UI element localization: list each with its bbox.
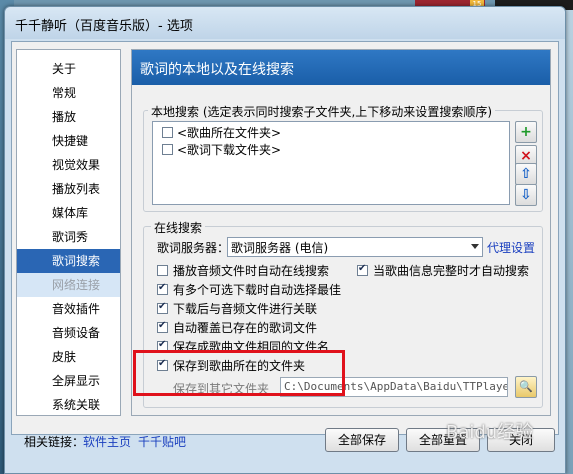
move-up-button[interactable]: ⇧ [515,163,537,185]
auto-select-best-label: 有多个可选下载时自动选择最佳 [173,283,342,297]
proxy-settings-link[interactable]: 代理设置 [487,239,535,256]
lyrics-folder-checkbox[interactable] [162,144,173,155]
sidebar-item-playlist[interactable]: 播放列表 [17,177,120,201]
add-folder-button[interactable]: + [515,121,537,143]
server-value: 歌词服务器 (电信) [231,241,329,255]
overwrite-existing-checkbox[interactable] [157,320,168,333]
search-only-complete-label: 当歌曲信息完整时才自动搜索 [373,264,530,278]
sidebar-item-fullscreen[interactable]: 全屏显示 [17,369,120,393]
associate-after-download-label: 下载后与音频文件进行关联 [173,302,318,316]
sidebar-item-audio-device[interactable]: 音频设备 [17,321,120,345]
sidebar-item-about[interactable]: 关于 [17,57,120,81]
overwrite-existing-label: 自动覆盖已存在的歌词文件 [173,321,318,335]
options-sidebar: 关于 常规 播放 快捷键 视觉效果 播放列表 媒体库 歌词秀 歌词搜索 网络连接… [16,49,121,416]
arrow-down-icon: ⇩ [520,187,532,203]
auto-select-best-checkbox[interactable] [157,282,168,295]
plus-icon: + [520,124,532,140]
highlight-box [133,350,345,396]
associate-after-download-checkbox[interactable] [157,301,168,314]
window-title: 千千静听（百度音乐版）- 选项 [15,19,193,34]
move-down-button[interactable]: ⇩ [515,184,537,206]
forum-link[interactable]: 千千贴吧 [138,433,186,450]
lyrics-server-select[interactable]: 歌词服务器 (电信) [227,237,483,257]
save-all-button[interactable]: 全部保存 [325,428,399,452]
sidebar-item-lyrics-show[interactable]: 歌词秀 [17,225,120,249]
local-search-title: 本地搜索 (选定表示同时搜索子文件夹,上下移动来设置搜索顺序) [148,103,495,120]
song-folder-checkbox[interactable] [162,127,173,138]
local-folders-list[interactable]: <歌曲所在文件夹> <歌词下载文件夹> [152,121,510,205]
sidebar-item-playback[interactable]: 播放 [17,105,120,129]
sidebar-item-dsp-plugins[interactable]: 音效插件 [17,297,120,321]
list-item[interactable]: <歌词下载文件夹> [157,142,497,158]
title-bar[interactable]: 千千静听（百度音乐版）- 选项 [5,7,565,39]
search-only-complete-checkbox[interactable] [357,263,368,276]
sidebar-item-skin[interactable]: 皮肤 [17,345,120,369]
sidebar-item-media-library[interactable]: 媒体库 [17,201,120,225]
arrow-up-icon: ⇧ [520,166,532,182]
online-search-title: 在线搜索 [151,219,206,236]
sidebar-item-network[interactable]: 网络连接 [17,273,120,297]
close-icon: × [520,148,532,164]
sidebar-item-file-association[interactable]: 系统关联 [17,393,120,417]
server-label: 歌词服务器： [157,241,230,255]
watermark: Baidu经验 [446,422,534,443]
browse-folder-button[interactable]: 🔍 [515,376,537,398]
chevron-down-icon [471,244,479,249]
selection-arrow-icon [25,256,32,266]
software-homepage-link[interactable]: 软件主页 [83,433,131,450]
panel-title: 歌词的本地以及在线搜索 [140,62,294,78]
folder-search-icon: 🔍 [519,380,533,393]
sidebar-item-lyrics-search[interactable]: 歌词搜索 [17,249,120,273]
list-item[interactable]: <歌曲所在文件夹> [157,125,497,141]
sidebar-item-hotkeys[interactable]: 快捷键 [17,129,120,153]
panel-header: 歌词的本地以及在线搜索 [132,50,550,85]
related-links-label: 相关链接： [24,435,85,449]
auto-search-on-play-label: 播放音频文件时自动在线搜索 [173,264,330,278]
auto-search-on-play-checkbox[interactable] [157,265,168,276]
sidebar-item-visual-effects[interactable]: 视觉效果 [17,153,120,177]
sidebar-item-general[interactable]: 常规 [17,81,120,105]
